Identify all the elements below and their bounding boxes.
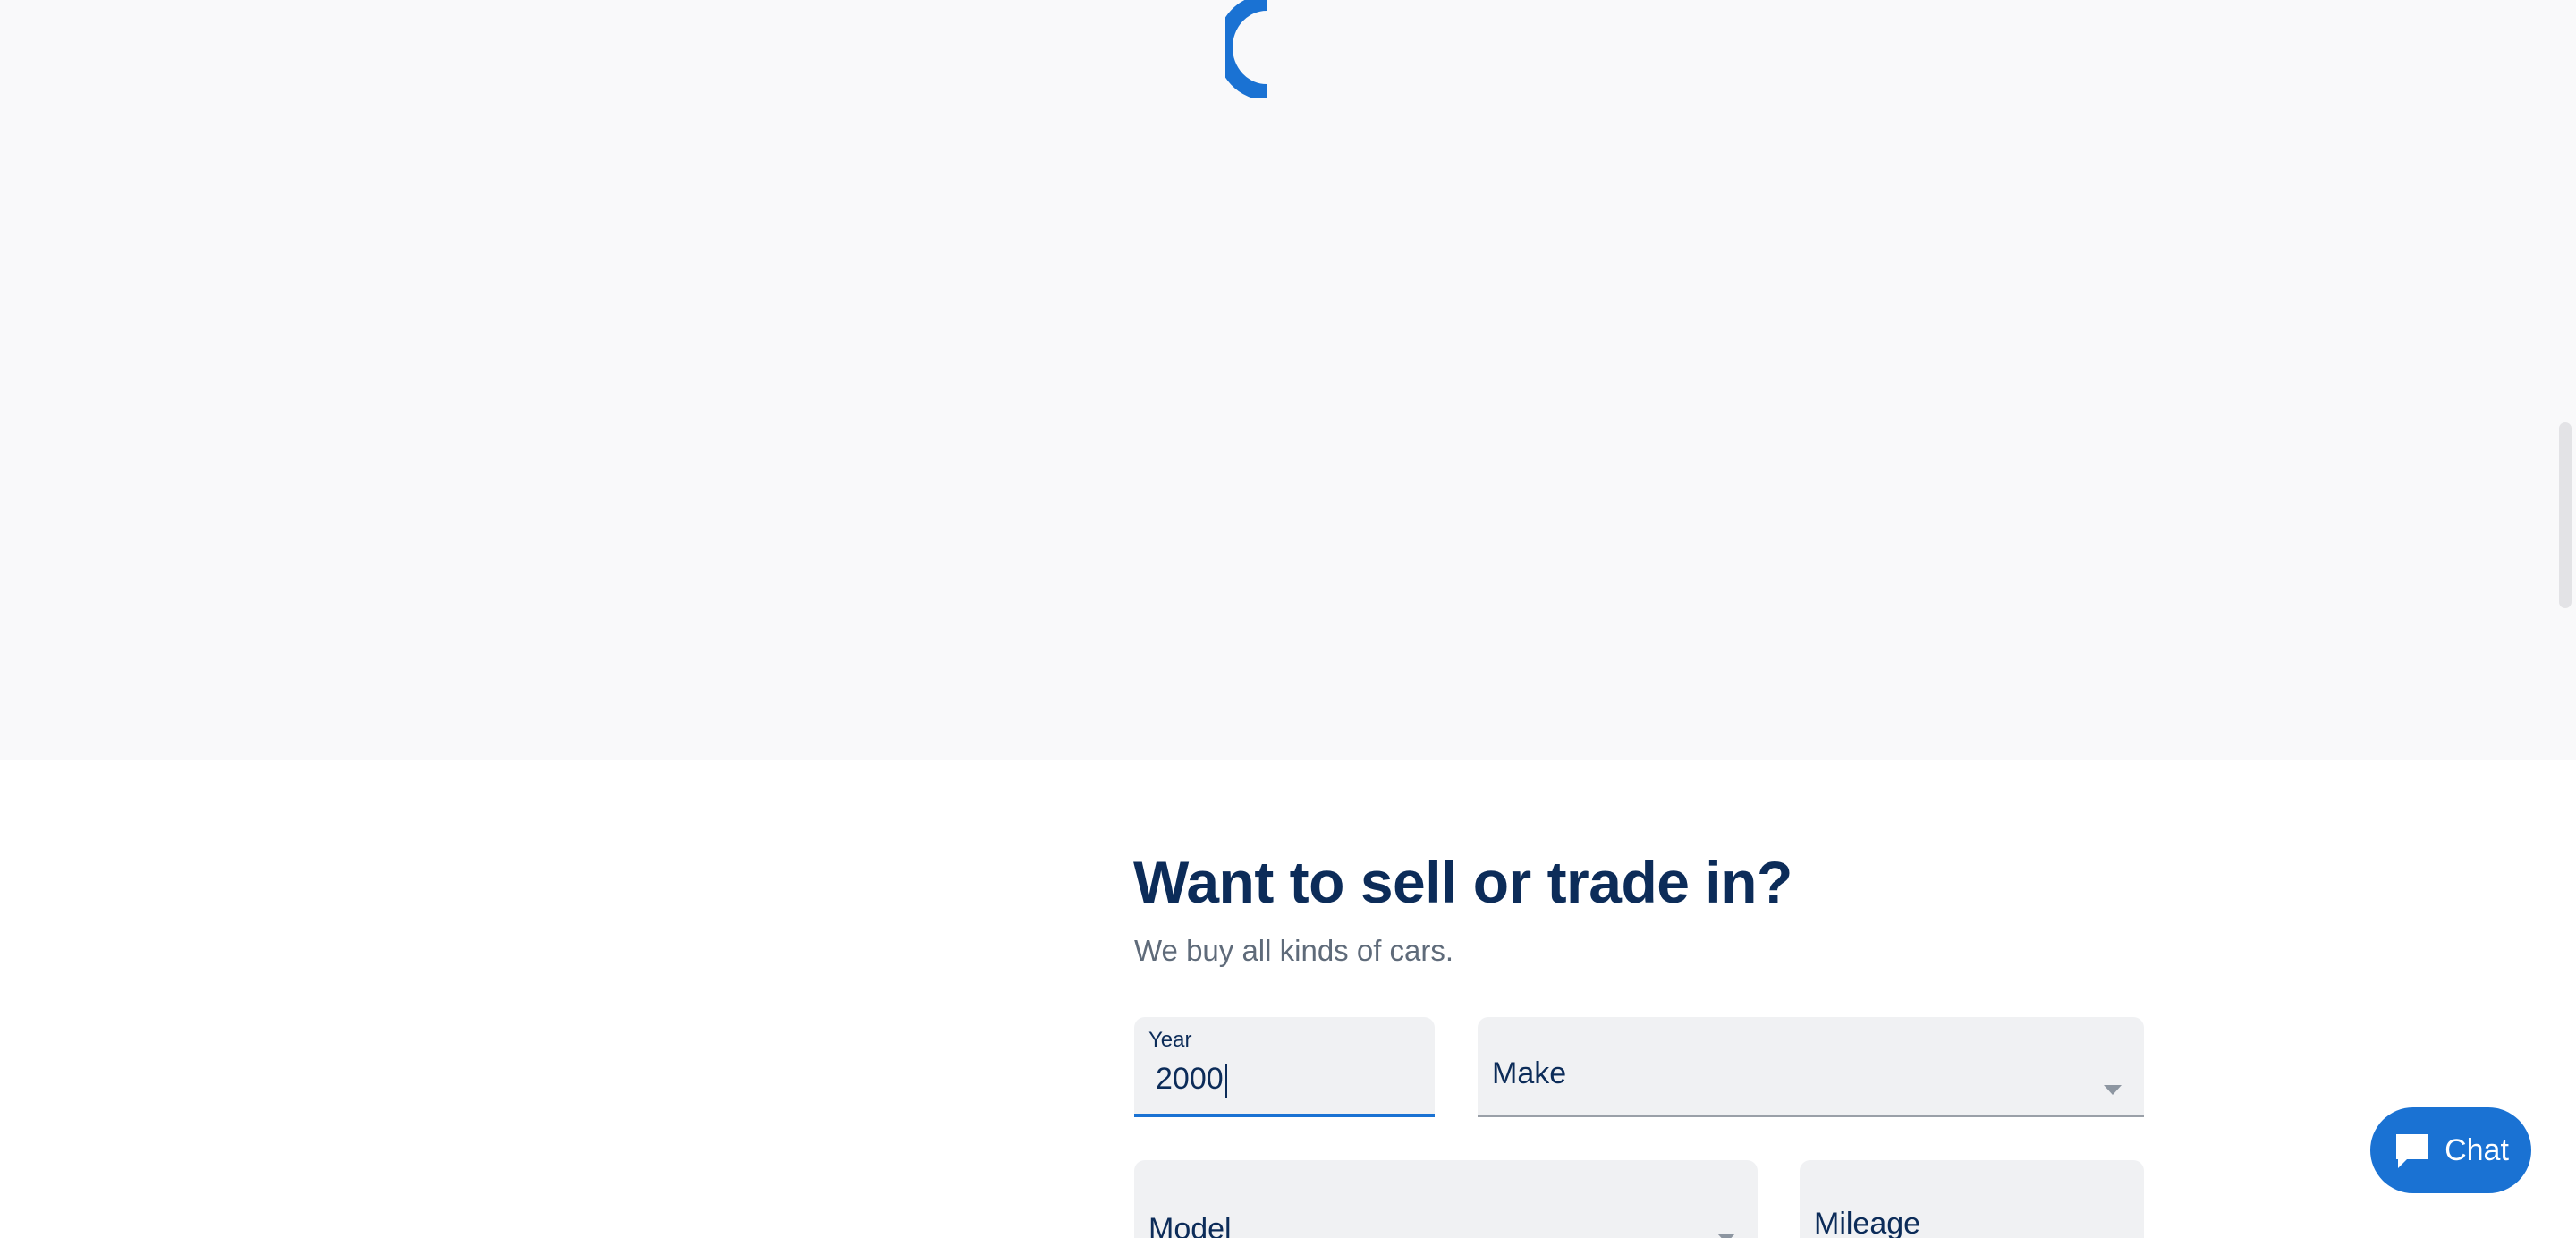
loading-area: [0, 0, 2576, 760]
mileage-field-label: Mileage: [1814, 1207, 1921, 1238]
chevron-down-icon: [1717, 1234, 1735, 1238]
year-field-value: 2000: [1156, 1062, 1227, 1098]
sell-trade-section: Want to sell or trade in? We buy all kin…: [0, 760, 2576, 1238]
chat-bubble-icon: [2396, 1134, 2429, 1168]
year-field[interactable]: Year 2000: [1134, 1017, 1435, 1117]
sell-title: Want to sell or trade in?: [1133, 849, 1792, 915]
loading-spinner-icon: [1225, 0, 1267, 98]
chevron-down-icon: [2104, 1085, 2122, 1095]
scrollbar-thumb[interactable]: [2559, 422, 2572, 608]
make-select-label: Make: [1492, 1056, 1567, 1090]
mileage-field[interactable]: Mileage: [1800, 1160, 2144, 1238]
model-select[interactable]: Model: [1134, 1160, 1758, 1238]
text-cursor: [1224, 1064, 1227, 1098]
model-select-label: Model: [1148, 1212, 1232, 1238]
make-select[interactable]: Make: [1478, 1017, 2144, 1117]
chat-button-label: Chat: [2445, 1132, 2509, 1167]
chat-button[interactable]: Chat: [2370, 1107, 2531, 1193]
year-field-label: Year: [1148, 1028, 1192, 1052]
page: Want to sell or trade in? We buy all kin…: [0, 0, 2576, 1238]
sell-subtitle: We buy all kinds of cars.: [1134, 934, 1454, 967]
